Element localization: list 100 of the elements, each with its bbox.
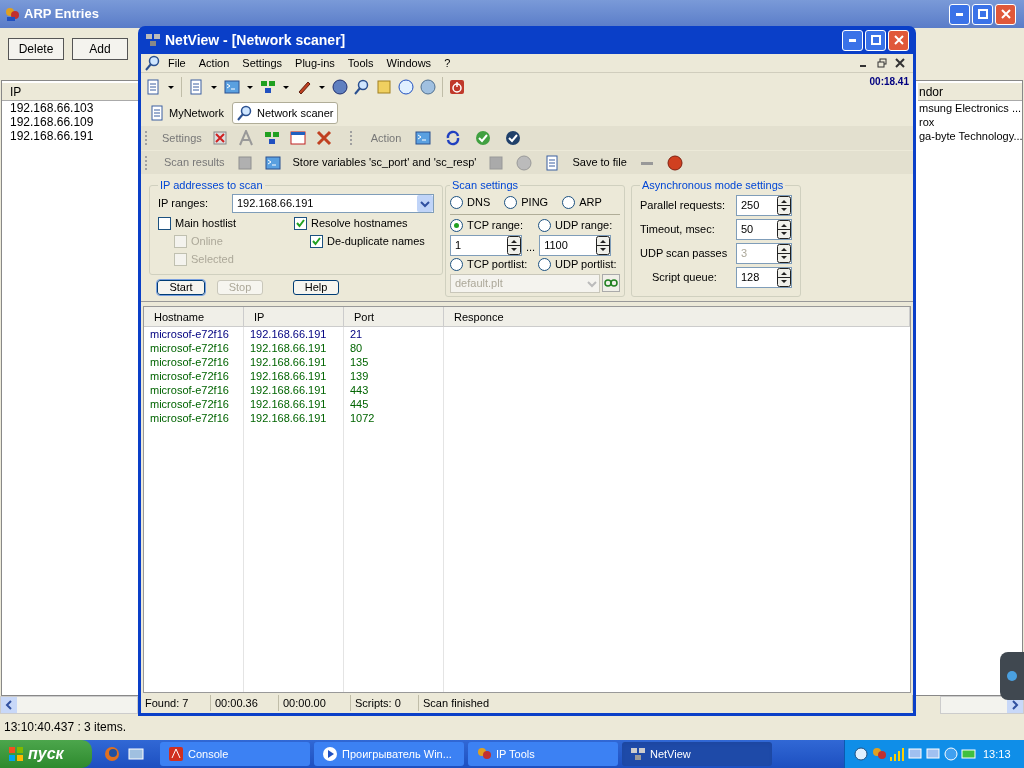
table-cell: 139: [344, 369, 444, 383]
desktop-icon[interactable]: [128, 746, 144, 762]
close-button[interactable]: [995, 3, 1016, 25]
spin-arrows-icon[interactable]: [596, 235, 611, 255]
radio-button[interactable]: [538, 258, 551, 271]
clipboard-icon[interactable]: [544, 154, 561, 171]
tray-icon[interactable]: [853, 746, 869, 762]
column-header[interactable]: IP: [2, 83, 140, 101]
menu-item[interactable]: Tools: [341, 54, 380, 72]
column-header[interactable]: IP: [244, 307, 344, 326]
group-title: Scan settings: [451, 178, 520, 193]
minimize-button[interactable]: [949, 3, 970, 25]
scrollbar-track[interactable]: [0, 696, 138, 714]
radio-button[interactable]: [450, 219, 463, 232]
list-cell: ga-byte Technology...: [918, 129, 1022, 143]
taskbar-button[interactable]: Проигрыватель Win...: [314, 742, 464, 766]
network-icon: [630, 746, 646, 762]
column-header[interactable]: Port: [344, 307, 444, 326]
start-button[interactable]: пуск: [0, 740, 92, 768]
tab[interactable]: Network scaner: [232, 102, 339, 124]
power-icon[interactable]: [449, 78, 465, 95]
scrollbar-track[interactable]: [940, 696, 1024, 714]
maximize-button[interactable]: [972, 3, 993, 25]
link-icon[interactable]: [602, 274, 620, 292]
document-icon[interactable]: [149, 105, 165, 121]
column-header[interactable]: Responce: [444, 307, 910, 326]
close-icon[interactable]: [895, 58, 905, 68]
check-icon[interactable]: [505, 130, 522, 146]
radio-button[interactable]: [504, 196, 518, 209]
scroll-left-icon[interactable]: [1, 697, 17, 713]
radio-button[interactable]: [538, 219, 551, 232]
side-panel-tab[interactable]: [1000, 652, 1024, 700]
checkbox-label: Selected: [191, 252, 234, 268]
timer: 00:18.41: [869, 75, 909, 89]
chat-icon[interactable]: [1006, 670, 1018, 682]
search-icon[interactable]: [237, 105, 253, 121]
table-cell: microsof-e72f16: [144, 397, 244, 411]
radio-button[interactable]: [450, 258, 463, 271]
spin-field[interactable]: 50: [736, 219, 792, 240]
checkbox[interactable]: [310, 235, 323, 248]
table-cell: 192.168.66.191: [244, 355, 344, 369]
refresh-icon[interactable]: [445, 130, 462, 146]
list-cell-text: 192.168.66.109: [9, 115, 95, 129]
delete-icon[interactable]: [211, 130, 228, 146]
window-icon[interactable]: [289, 130, 306, 146]
taskbar-button[interactable]: NetView: [622, 742, 772, 766]
toolbar-label: Settings: [162, 130, 202, 146]
menu-item[interactable]: Windows: [380, 54, 438, 72]
close-button[interactable]: [888, 29, 909, 51]
spin-field[interactable]: 1100: [539, 234, 612, 256]
toolbar-label: Scan results: [164, 155, 225, 171]
tab[interactable]: MyNetwork: [145, 102, 228, 124]
clock: 13:13: [983, 746, 1011, 762]
search-icon[interactable]: [145, 55, 161, 71]
maximize-button[interactable]: [865, 29, 886, 51]
toolbar-button[interactable]: Store variables 'sc_port' and 'sc_resp': [292, 154, 477, 171]
column-header[interactable]: Hostname: [144, 307, 244, 326]
computers-icon[interactable]: [260, 78, 276, 95]
document-icon[interactable]: [145, 78, 161, 95]
restore-icon[interactable]: [877, 58, 887, 68]
radio-button[interactable]: [562, 196, 576, 209]
spin-arrows-icon[interactable]: [507, 235, 521, 255]
maximize-icon: [977, 9, 988, 19]
minimize-button[interactable]: [842, 29, 863, 51]
spin-arrows-icon[interactable]: [777, 196, 791, 215]
toolbar-button[interactable]: Add: [72, 38, 128, 60]
network-icon[interactable]: [907, 746, 923, 762]
terminal-icon[interactable]: [224, 78, 240, 95]
people-icon[interactable]: [871, 746, 887, 762]
check-icon[interactable]: [475, 130, 492, 146]
menu-item[interactable]: ?: [438, 54, 457, 72]
checkbox[interactable]: [158, 217, 171, 230]
table-cell: microsof-e72f16: [144, 411, 244, 425]
search-icon[interactable]: [354, 78, 370, 95]
checkbox[interactable]: [294, 217, 307, 230]
action-button[interactable]: Start: [157, 280, 205, 295]
table-cell: 192.168.66.191: [244, 383, 344, 397]
toolbar-button[interactable]: Save to file: [572, 154, 627, 171]
group-title: IP addresses to scan: [159, 178, 264, 193]
list-cell-text: 192.168.66.191: [9, 129, 95, 143]
toolbar-button[interactable]: Delete: [8, 38, 64, 60]
network-icon[interactable]: [925, 746, 941, 762]
menu-item[interactable]: Settings: [236, 54, 289, 72]
spin-arrows-icon[interactable]: [777, 220, 791, 239]
menu-item[interactable]: Plug-ins: [289, 54, 341, 72]
ip-ranges-dropdown[interactable]: 192.168.66.191: [232, 193, 434, 213]
action-button[interactable]: Help: [293, 280, 339, 295]
table-cell: 192.168.66.191: [244, 341, 344, 355]
spin-field[interactable]: 128: [736, 267, 792, 288]
column-header[interactable]: ndor: [918, 83, 1022, 101]
spin-arrows-icon[interactable]: [777, 268, 791, 287]
page-icon[interactable]: [188, 78, 204, 95]
menu-item[interactable]: File: [162, 54, 192, 72]
list-cell-text: rox: [918, 115, 936, 129]
menu-item[interactable]: Action: [192, 54, 236, 72]
taskbar-button[interactable]: IP Tools: [468, 742, 618, 766]
taskbar-button[interactable]: Console: [160, 742, 310, 766]
radio-button[interactable]: [450, 196, 463, 209]
spin-field[interactable]: 250: [736, 195, 792, 216]
spin-field[interactable]: 1: [450, 234, 522, 256]
